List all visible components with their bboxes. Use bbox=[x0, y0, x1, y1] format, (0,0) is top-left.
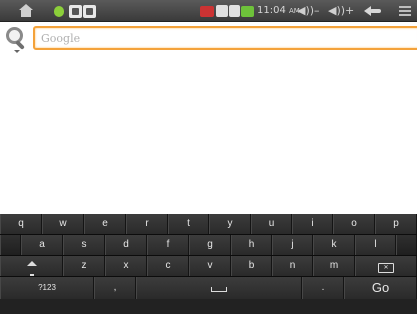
key-v[interactable]: v bbox=[189, 256, 231, 276]
key-p[interactable]: p bbox=[375, 214, 417, 234]
go-key[interactable]: Go bbox=[344, 277, 417, 299]
key-w[interactable]: w bbox=[42, 214, 84, 234]
search-bar: Google bbox=[0, 22, 417, 60]
notification-icon bbox=[69, 5, 82, 18]
key-m[interactable]: m bbox=[313, 256, 355, 276]
key-a[interactable]: a bbox=[21, 235, 63, 255]
key-d[interactable]: d bbox=[105, 235, 147, 255]
menu-button[interactable] bbox=[399, 6, 411, 17]
key-x[interactable]: x bbox=[105, 256, 147, 276]
battery-icon bbox=[241, 6, 254, 17]
key-k[interactable]: k bbox=[313, 235, 355, 255]
key-i[interactable]: i bbox=[292, 214, 333, 234]
backspace-key[interactable]: ✕ bbox=[355, 256, 417, 276]
key-s[interactable]: s bbox=[63, 235, 105, 255]
key-t[interactable]: t bbox=[168, 214, 209, 234]
backspace-icon: ✕ bbox=[378, 263, 394, 273]
keyboard-row-3: z x c v b n m ✕ bbox=[0, 256, 417, 278]
keyboard-edge bbox=[0, 235, 21, 255]
signal-icon bbox=[229, 5, 240, 17]
shift-key[interactable] bbox=[0, 256, 63, 278]
search-icon bbox=[6, 27, 23, 44]
status-indicator-icon bbox=[200, 6, 214, 17]
volume-down-button[interactable]: ◀))– bbox=[297, 4, 320, 17]
clock: 11:04 AM bbox=[257, 5, 300, 16]
space-icon bbox=[211, 287, 227, 292]
key-u[interactable]: u bbox=[251, 214, 292, 234]
key-n[interactable]: n bbox=[272, 256, 313, 276]
key-z[interactable]: z bbox=[63, 256, 105, 276]
key-e[interactable]: e bbox=[84, 214, 126, 234]
volume-up-button[interactable]: ◀))+ bbox=[328, 4, 354, 17]
key-j[interactable]: j bbox=[272, 235, 313, 255]
key-f[interactable]: f bbox=[147, 235, 189, 255]
keyboard-row-4: ?123 , . Go bbox=[0, 277, 417, 299]
key-h[interactable]: h bbox=[231, 235, 272, 255]
comma-key[interactable]: , bbox=[94, 277, 136, 299]
period-key[interactable]: . bbox=[302, 277, 344, 299]
search-input[interactable]: Google bbox=[33, 26, 417, 50]
key-y[interactable]: y bbox=[209, 214, 251, 234]
usb-debugging-icon bbox=[52, 4, 66, 18]
wifi-icon bbox=[216, 5, 228, 17]
key-o[interactable]: o bbox=[333, 214, 375, 234]
soft-keyboard: q w e r t y u i o p a s d f g h j k l z … bbox=[0, 214, 417, 314]
key-l[interactable]: l bbox=[355, 235, 396, 255]
keyboard-row-2: a s d f g h j k l bbox=[0, 235, 417, 255]
space-key[interactable] bbox=[136, 277, 302, 299]
status-bar: 11:04 AM ◀))– ◀))+ bbox=[0, 0, 417, 22]
back-button[interactable] bbox=[364, 5, 382, 17]
home-icon[interactable] bbox=[18, 4, 34, 18]
key-c[interactable]: c bbox=[147, 256, 189, 276]
key-r[interactable]: r bbox=[126, 214, 168, 234]
key-b[interactable]: b bbox=[231, 256, 272, 276]
chevron-down-icon bbox=[14, 50, 20, 53]
search-engine-selector[interactable] bbox=[4, 26, 26, 53]
keyboard-row-1: q w e r t y u i o p bbox=[0, 214, 417, 234]
notification-icon bbox=[83, 5, 96, 18]
symbols-key[interactable]: ?123 bbox=[0, 277, 94, 299]
key-q[interactable]: q bbox=[0, 214, 42, 234]
key-g[interactable]: g bbox=[189, 235, 231, 255]
keyboard-edge bbox=[396, 235, 417, 255]
